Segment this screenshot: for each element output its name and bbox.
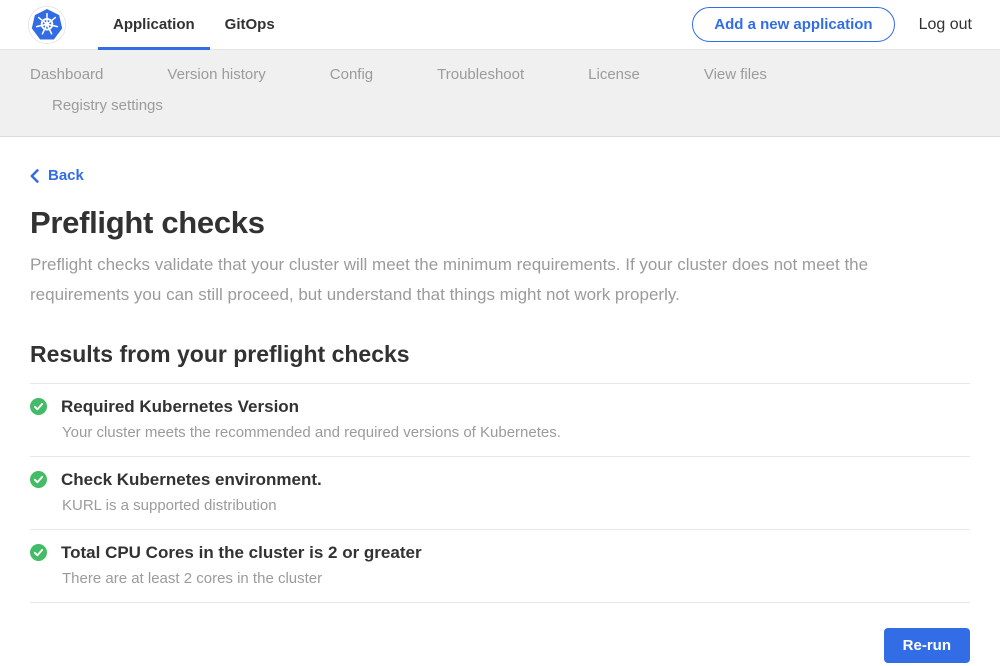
tab-gitops-label: GitOps xyxy=(225,16,275,33)
check-row-header: Required Kubernetes Version xyxy=(30,397,970,417)
page-title: Preflight checks xyxy=(30,205,970,241)
preflight-check-row: Total CPU Cores in the cluster is 2 or g… xyxy=(30,529,970,603)
navbar-right: Add a new application Log out xyxy=(692,7,972,42)
add-new-application-button[interactable]: Add a new application xyxy=(692,7,894,42)
app-subnav: Dashboard Version history Config Trouble… xyxy=(0,50,1000,137)
back-label: Back xyxy=(48,167,84,184)
check-title: Total CPU Cores in the cluster is 2 or g… xyxy=(61,543,422,563)
subnav-row-1: Dashboard Version history Config Trouble… xyxy=(30,66,970,83)
footer-actions: Re-run xyxy=(30,628,970,663)
check-row-header: Total CPU Cores in the cluster is 2 or g… xyxy=(30,543,970,563)
check-detail: Your cluster meets the recommended and r… xyxy=(62,424,970,441)
subnav-item-config[interactable]: Config xyxy=(330,66,373,83)
subnav-item-view-files[interactable]: View files xyxy=(704,66,767,83)
preflight-results-list: Required Kubernetes Version Your cluster… xyxy=(30,383,970,603)
tab-application-label: Application xyxy=(113,16,195,33)
check-title: Check Kubernetes environment. xyxy=(61,470,322,490)
chevron-left-icon xyxy=(30,169,39,183)
kubernetes-logo[interactable] xyxy=(28,6,66,44)
page-description: Preflight checks validate that your clus… xyxy=(30,250,955,310)
results-heading: Results from your preflight checks xyxy=(30,341,970,368)
primary-nav-tabs: Application GitOps xyxy=(98,0,290,50)
subnav-item-license[interactable]: License xyxy=(588,66,640,83)
subnav-item-registry-settings[interactable]: Registry settings xyxy=(52,97,163,114)
check-detail: There are at least 2 cores in the cluste… xyxy=(62,570,970,587)
rerun-button[interactable]: Re-run xyxy=(884,628,970,663)
preflight-check-row: Required Kubernetes Version Your cluster… xyxy=(30,383,970,456)
check-title: Required Kubernetes Version xyxy=(61,397,299,417)
check-detail: KURL is a supported distribution xyxy=(62,497,970,514)
main-content: Back Preflight checks Preflight checks v… xyxy=(0,137,1000,663)
check-row-header: Check Kubernetes environment. xyxy=(30,470,970,490)
check-circle-icon xyxy=(30,544,47,561)
subnav-item-version-history[interactable]: Version history xyxy=(167,66,265,83)
logout-link[interactable]: Log out xyxy=(919,16,972,34)
preflight-check-row: Check Kubernetes environment. KURL is a … xyxy=(30,456,970,529)
subnav-item-troubleshoot[interactable]: Troubleshoot xyxy=(437,66,524,83)
subnav-row-2: Registry settings xyxy=(30,97,970,114)
top-navbar: Application GitOps Add a new application… xyxy=(0,0,1000,50)
tab-gitops[interactable]: GitOps xyxy=(210,0,290,50)
check-circle-icon xyxy=(30,471,47,488)
subnav-item-dashboard[interactable]: Dashboard xyxy=(30,66,103,83)
tab-application[interactable]: Application xyxy=(98,0,210,50)
back-link[interactable]: Back xyxy=(30,167,84,184)
check-circle-icon xyxy=(30,398,47,415)
